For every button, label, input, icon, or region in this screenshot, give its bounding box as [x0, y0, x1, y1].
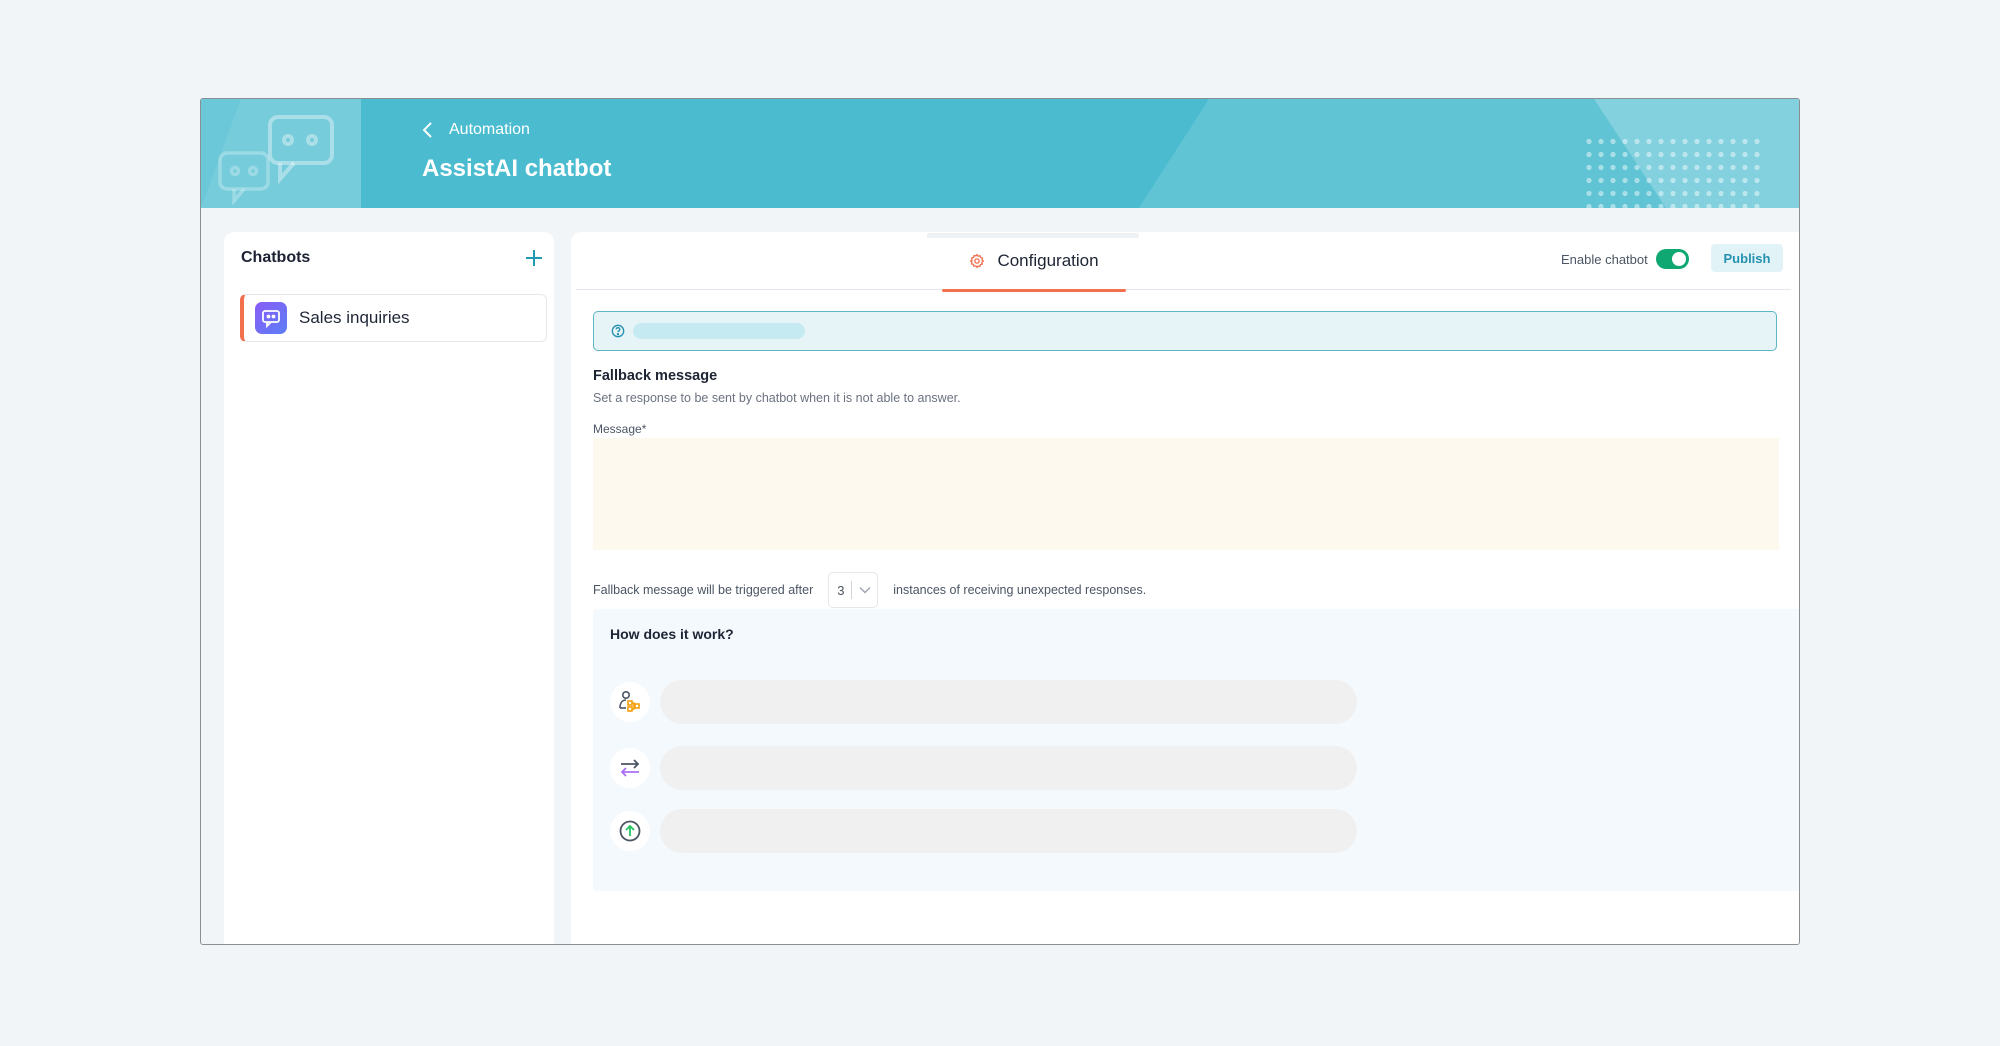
chevron-left-icon — [422, 122, 432, 138]
sidebar-title: Chatbots — [241, 249, 311, 266]
chevron-down-icon — [859, 587, 871, 594]
step-placeholder — [660, 809, 1357, 853]
fallback-title: Fallback message — [593, 368, 718, 384]
chatbot-icon — [255, 302, 287, 334]
gear-icon — [970, 253, 985, 269]
plus-icon[interactable] — [524, 248, 544, 268]
trigger-count-value: 3 — [837, 582, 845, 598]
how-step — [610, 809, 1357, 853]
app-window: Automation AssistAI chatbot Chatbots Sal… — [200, 98, 1800, 945]
enable-chatbot-control: Enable chatbot — [1561, 249, 1689, 269]
info-text-placeholder — [633, 323, 805, 339]
enable-chatbot-toggle[interactable] — [1655, 249, 1689, 269]
tab-bar: Configuration Enable chatbot Publish — [576, 232, 1791, 292]
message-label: Message* — [593, 422, 647, 436]
trigger-suffix: instances of receiving unexpected respon… — [893, 583, 1147, 597]
tab-label: Configuration — [997, 251, 1099, 270]
sidebar-item-label: Sales inquiries — [299, 308, 410, 327]
message-input[interactable] — [593, 438, 1779, 550]
header-banner: Automation AssistAI chatbot — [201, 99, 1799, 208]
trigger-row: Fallback message will be triggered after… — [593, 572, 1146, 608]
enable-chatbot-label: Enable chatbot — [1561, 251, 1648, 267]
help-circle-icon — [611, 324, 625, 338]
user-flow-icon — [610, 682, 650, 722]
step-placeholder — [660, 680, 1357, 724]
chat-bubble-icon — [268, 115, 334, 185]
chatbots-sidebar: Chatbots Sales inquiries — [224, 232, 554, 944]
publish-button[interactable]: Publish — [1711, 244, 1783, 272]
breadcrumb-back-link[interactable]: Automation — [421, 121, 530, 139]
page-title: AssistAI chatbot — [422, 155, 612, 182]
how-it-works-title: How does it work? — [610, 626, 734, 642]
select-divider — [851, 581, 853, 599]
dot-pattern — [1583, 135, 1761, 208]
main-panel: Configuration Enable chatbot Publish Fal… — [571, 232, 1799, 944]
sidebar-item-sales-inquiries[interactable]: Sales inquiries — [240, 294, 547, 342]
info-banner — [593, 311, 1777, 351]
how-it-works-panel: How does it work? — [593, 609, 1799, 891]
step-placeholder — [660, 746, 1357, 790]
trigger-prefix: Fallback message will be triggered after — [593, 583, 814, 597]
breadcrumb-label: Automation — [449, 121, 530, 138]
upload-circle-icon — [610, 811, 650, 851]
trigger-count-select[interactable]: 3 — [828, 572, 879, 608]
how-step — [610, 746, 1357, 790]
how-step — [610, 680, 1357, 724]
tab-configuration[interactable]: Configuration — [942, 232, 1126, 292]
swap-arrows-icon — [610, 748, 650, 788]
fallback-description: Set a response to be sent by chatbot whe… — [593, 391, 961, 405]
